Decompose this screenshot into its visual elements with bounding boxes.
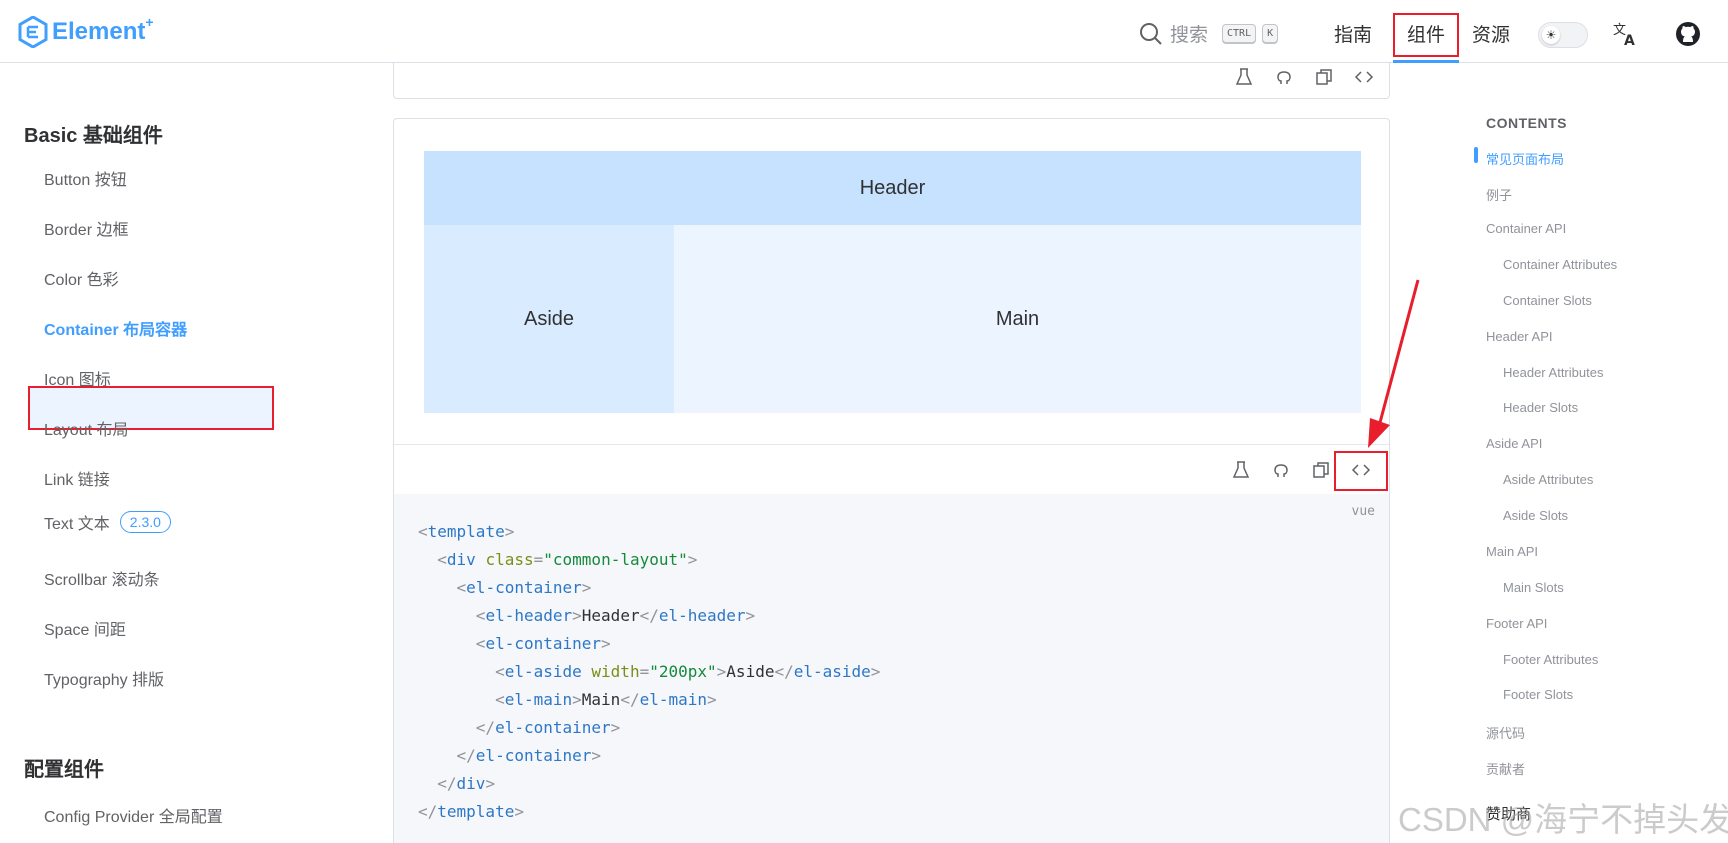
code-line: <el-aside width="200px">Aside</el-aside> [495,662,881,681]
sidebar-item-button[interactable]: Button 按钮 [44,166,127,190]
code-line: <el-container> [475,634,611,653]
layout-aside: Aside [424,225,674,413]
toc-item[interactable]: 源代码 [1486,723,1525,742]
copy-icon[interactable] [1308,457,1334,483]
sidebar-item-border[interactable]: Border 边框 [44,216,128,240]
nav-link-guide[interactable]: 指南 [1334,20,1372,47]
sidebar-item-typography[interactable]: Typography 排版 [44,666,164,690]
github-icon[interactable] [1674,20,1702,48]
toc-item[interactable]: Header API [1486,329,1553,344]
sidebar: Basic 基础组件 Button 按钮 Border 边框 Color 色彩 … [0,63,392,843]
nav-link-resource[interactable]: 资源 [1472,20,1510,47]
code-line: <el-header>Header</el-header> [475,606,756,625]
nav-active-indicator [1393,60,1459,63]
previous-demo-toolbar [393,63,1390,99]
toc-item[interactable]: Aside Attributes [1503,472,1593,487]
toc-item[interactable]: 常见页面布局 [1486,149,1564,168]
code-line: <div class="common-layout"> [437,550,698,569]
search-button[interactable]: 搜索 CTRL K [1138,20,1279,47]
watermark: CSDN @海宁不掉头发 [1398,801,1728,838]
code-lang-label: vue [1351,504,1375,519]
toc-item[interactable]: Footer Slots [1503,687,1573,702]
sun-icon: ☀ [1542,26,1560,44]
demo-op-bar [394,444,1389,494]
toc-title: CONTENTS [1486,115,1567,131]
toc-active-marker [1474,147,1478,163]
code-line: </template> [418,802,524,821]
demo-block: Header Aside Main vue <template> <div cl… [393,118,1390,843]
code-icon[interactable] [1354,67,1374,87]
toc-item[interactable]: Container Slots [1503,293,1592,308]
element-plus-logo[interactable]: Element + [18,14,154,48]
code-line: </el-container> [456,746,602,765]
toc-item[interactable]: Footer API [1486,616,1547,631]
sidebar-item-space[interactable]: Space 间距 [44,616,126,640]
sidebar-item-icon[interactable]: Icon 图标 [44,366,111,390]
search-icon [1140,22,1162,45]
code-line: </div> [437,774,496,793]
toc-item[interactable]: Header Attributes [1503,365,1603,380]
theme-toggle[interactable]: ☀ [1538,22,1588,48]
sidebar-item-text[interactable]: Text 文本 2.3.0 [44,510,171,534]
kbd-ctrl: CTRL [1222,24,1257,43]
kbd-k: K [1262,24,1279,43]
sidebar-group-title: Basic 基础组件 [24,125,163,147]
toc-item[interactable]: Header Slots [1503,400,1578,415]
toc-item[interactable]: Aside Slots [1503,508,1568,523]
code-line: <el-container> [456,578,592,597]
toc-item[interactable]: Container API [1486,221,1566,236]
sidebar-item-container[interactable]: Container 布局容器 [44,316,187,340]
toc-item[interactable]: Container Attributes [1503,257,1617,272]
hexagon-logo-icon [18,16,48,48]
svg-text:A: A [1624,33,1635,48]
search-label: 搜索 [1170,25,1209,46]
sidebar-item-scrollbar[interactable]: Scrollbar 滚动条 [44,566,160,590]
logo-text: Element [52,18,146,45]
sidebar-group-title: 配置组件 [24,759,104,781]
sidebar-item-config-provider[interactable]: Config Provider 全局配置 [44,803,223,827]
sidebar-item-text-label: Text 文本 [44,516,110,533]
layout-main: Main [674,225,1361,413]
sidebar-item-color[interactable]: Color 色彩 [44,266,119,290]
sidebar-item-layout[interactable]: Layout 布局 [44,416,129,440]
toc-item[interactable]: Main API [1486,544,1538,559]
playground-icon[interactable] [1228,457,1254,483]
translate-icon[interactable]: 文 A [1612,20,1640,48]
sidebar-item-link[interactable]: Link 链接 [44,466,110,490]
annotation-arrow-icon [1368,279,1420,448]
toc-item[interactable]: Footer Attributes [1503,652,1598,667]
version-badge: 2.3.0 [119,511,171,533]
code-line: <template> [418,522,515,541]
logo-sup: + [145,14,154,30]
github-icon[interactable] [1268,457,1294,483]
top-navbar: Element + 搜索 CTRL K 指南 组件 资源 ☀ 文 A [0,0,1728,63]
code-block: vue <template> <div class="common-layout… [394,494,1389,843]
copy-icon[interactable] [1314,67,1334,87]
code-line: </el-container> [475,718,621,737]
nav-highlight-box [1393,13,1459,57]
layout-header: Header [424,151,1361,225]
toc-item[interactable]: 贡献者 [1486,759,1525,778]
toc-item[interactable]: Aside API [1486,436,1542,451]
playground-icon[interactable] [1234,67,1254,87]
toc-item[interactable]: Main Slots [1503,580,1564,595]
toc-item[interactable]: 例子 [1486,185,1512,204]
code-line: <el-main>Main</el-main> [495,690,717,709]
github-icon[interactable] [1274,67,1294,87]
table-of-contents: CONTENTS 常见页面布局 例子 Container API Contain… [1470,63,1728,843]
